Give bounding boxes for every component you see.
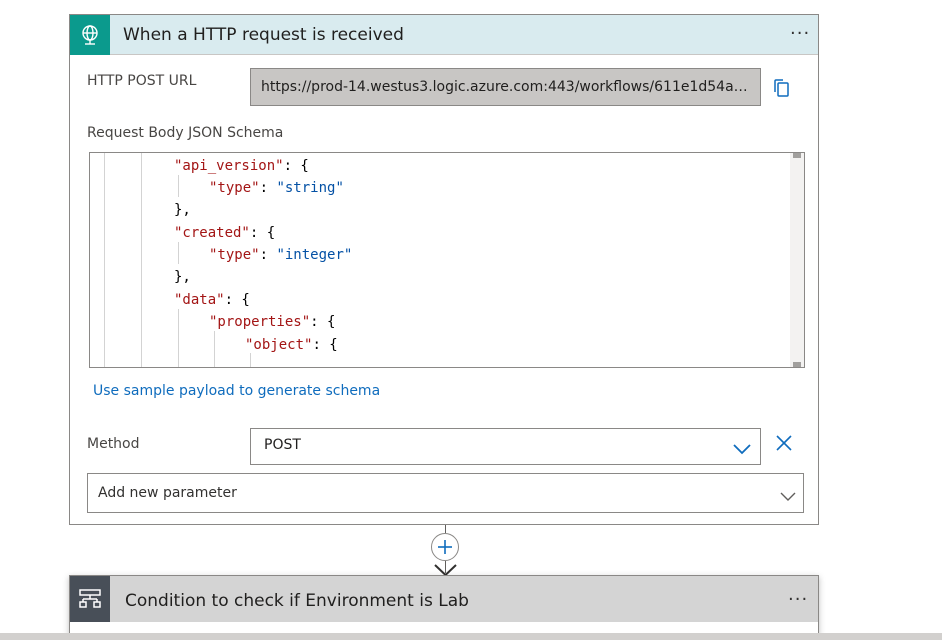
http-post-url-field[interactable]: https://prod-14.westus3.logic.azure.com:… [250,68,761,106]
code-line: }, [174,202,191,218]
code-line: "data": { [174,292,250,308]
code-line: "properties": { [209,314,336,330]
schema-code-editor[interactable]: "api_version": { "type": "string" }, "cr… [89,152,805,368]
code-line: "type": "string" [209,180,344,196]
condition-card: Condition to check if Environment is Lab… [69,575,819,635]
globe-request-icon [70,15,110,55]
copy-icon[interactable] [770,77,792,99]
editor-scrollbar[interactable] [790,153,804,367]
condition-title: Condition to check if Environment is Lab [125,591,469,611]
method-value: POST [264,437,301,453]
add-parameter-placeholder: Add new parameter [98,485,237,501]
sample-payload-link[interactable]: Use sample payload to generate schema [93,383,380,399]
connector-line [445,525,446,533]
http-trigger-card: When a HTTP request is received ··· HTTP… [69,14,819,525]
plus-icon [438,540,452,554]
code-line: "created": { [174,225,276,241]
code-line: }, [174,269,191,285]
method-label: Method [87,436,140,452]
trigger-more-button[interactable]: ··· [790,23,810,44]
trigger-card-header[interactable]: When a HTTP request is received ··· [70,15,818,55]
schema-label: Request Body JSON Schema [87,125,284,141]
canvas-bottom-edge [0,633,942,640]
close-icon[interactable] [776,435,792,451]
code-line: "api_version": { [174,158,309,174]
code-line: "type": "integer" [209,247,353,263]
condition-icon [70,576,110,622]
chevron-down-icon [780,487,796,506]
add-step-button[interactable] [431,533,459,561]
http-post-url-label: HTTP POST URL [87,73,197,89]
condition-card-header[interactable]: Condition to check if Environment is Lab… [70,576,818,622]
chevron-down-icon [733,440,751,459]
code-line: "object": { [245,337,338,353]
condition-more-button[interactable]: ··· [788,589,808,610]
trigger-title: When a HTTP request is received [123,25,404,45]
method-dropdown[interactable]: POST [250,428,761,465]
add-parameter-dropdown[interactable]: Add new parameter [87,473,804,513]
